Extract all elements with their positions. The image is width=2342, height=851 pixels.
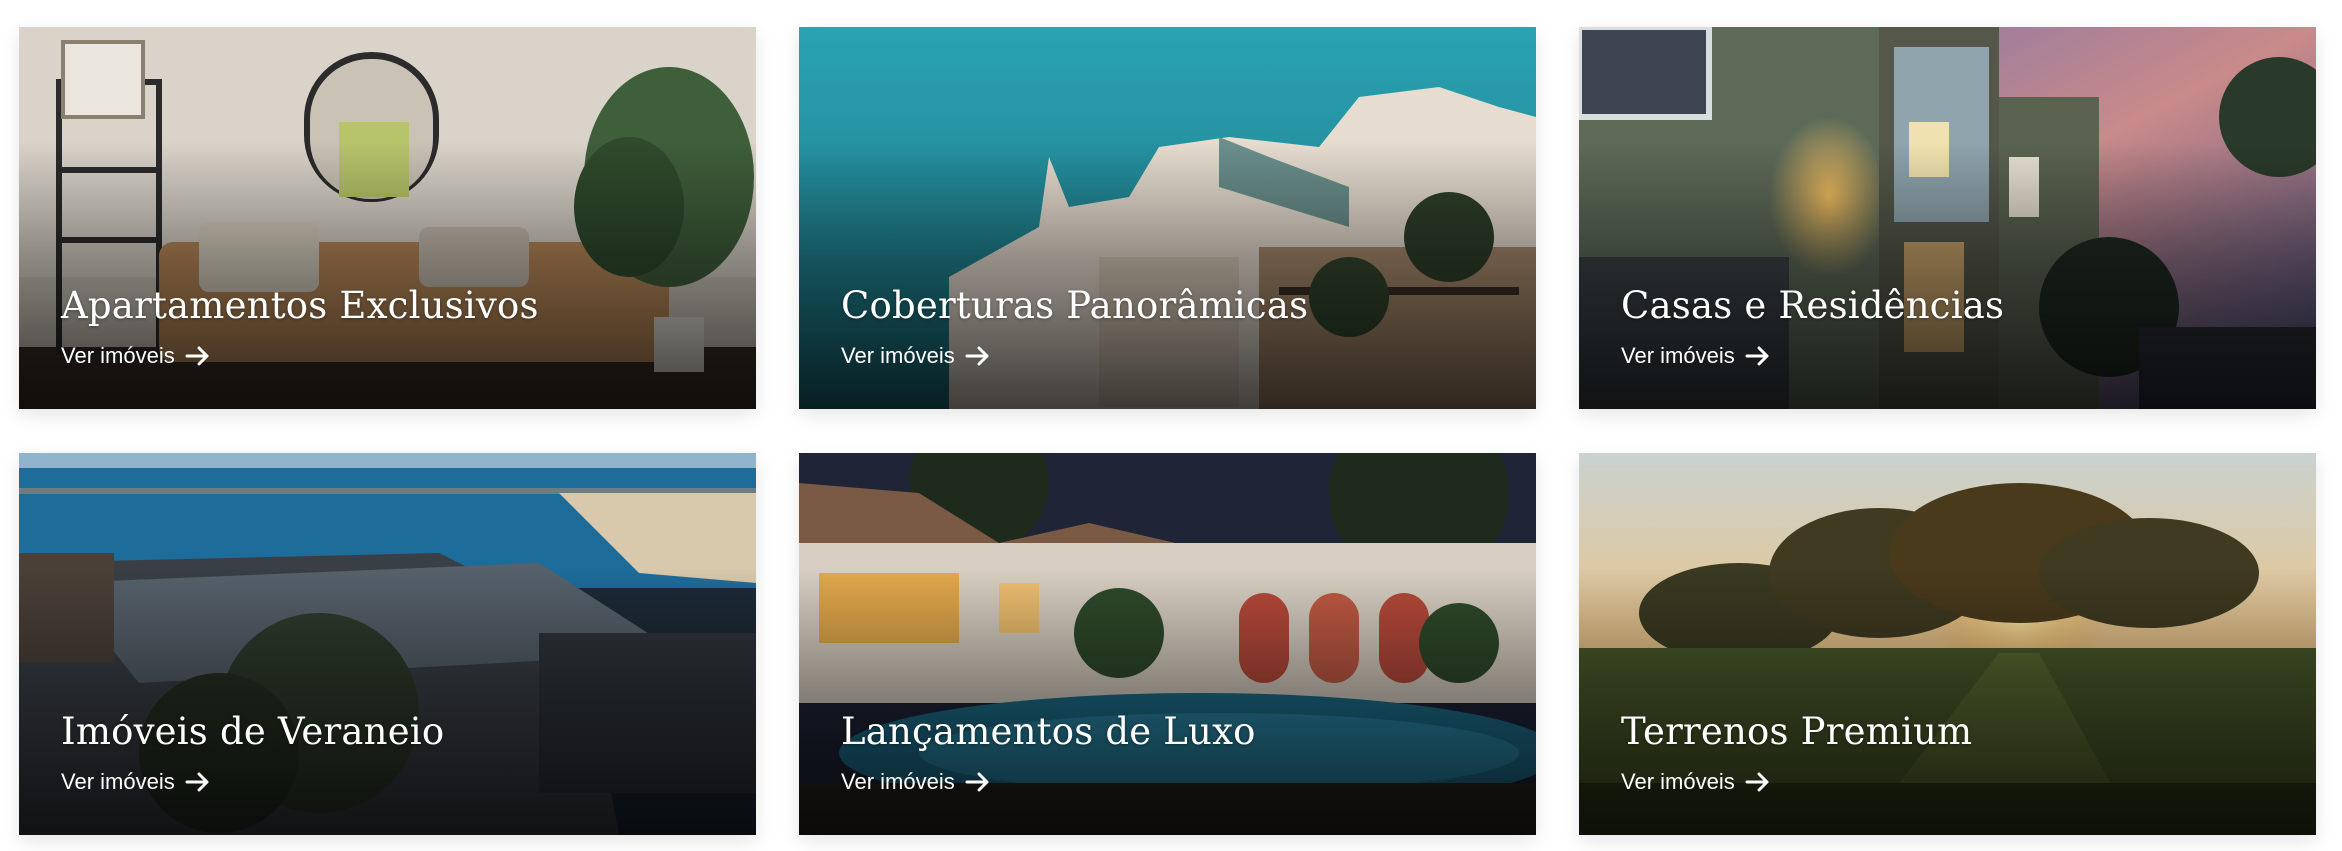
arrow-right-icon [1745, 772, 1769, 792]
arrow-right-icon [185, 346, 209, 366]
property-category-grid: Apartamentos Exclusivos Ver imóveis Cobe… [0, 0, 2342, 851]
view-properties-link[interactable]: Ver imóveis [841, 343, 991, 369]
view-properties-link[interactable]: Ver imóveis [841, 769, 991, 795]
card-title: Terrenos Premium [1621, 710, 1973, 753]
category-card-veraneio[interactable]: Imóveis de Veraneio Ver imóveis [19, 453, 756, 835]
category-card-coberturas[interactable]: Coberturas Panorâmicas Ver imóveis [799, 27, 1536, 409]
view-properties-link[interactable]: Ver imóveis [61, 769, 211, 795]
category-card-casas[interactable]: Casas e Residências Ver imóveis [1579, 27, 2316, 409]
view-properties-link[interactable]: Ver imóveis [1621, 769, 1771, 795]
arrow-right-icon [965, 346, 989, 366]
card-title: Casas e Residências [1621, 284, 2005, 327]
view-properties-link[interactable]: Ver imóveis [61, 343, 211, 369]
category-card-apartamentos[interactable]: Apartamentos Exclusivos Ver imóveis [19, 27, 756, 409]
view-properties-link[interactable]: Ver imóveis [1621, 343, 1771, 369]
card-title: Apartamentos Exclusivos [61, 284, 539, 327]
card-title: Lançamentos de Luxo [841, 710, 1256, 753]
category-card-terrenos[interactable]: Terrenos Premium Ver imóveis [1579, 453, 2316, 835]
arrow-right-icon [1745, 346, 1769, 366]
arrow-right-icon [185, 772, 209, 792]
category-card-lancamentos[interactable]: Lançamentos de Luxo Ver imóveis [799, 453, 1536, 835]
card-title: Imóveis de Veraneio [61, 710, 445, 753]
card-title: Coberturas Panorâmicas [841, 284, 1309, 327]
arrow-right-icon [965, 772, 989, 792]
